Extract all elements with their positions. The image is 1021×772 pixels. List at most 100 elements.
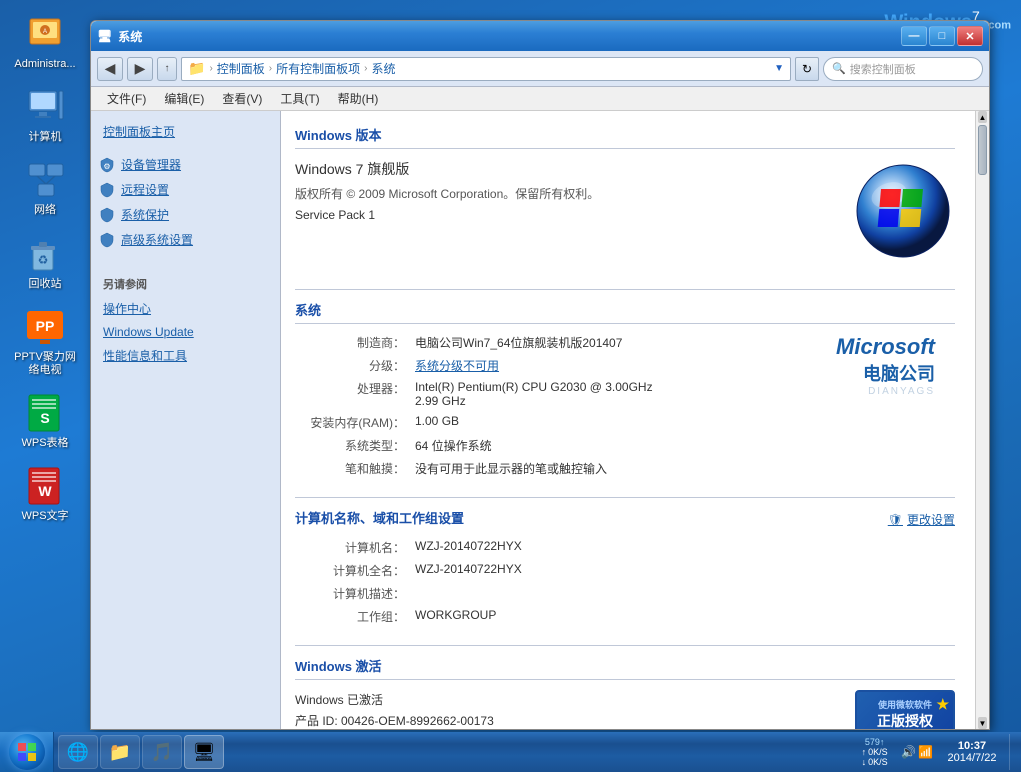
svg-text:S: S [40, 410, 49, 426]
computer-icon-label: 计算机 [29, 131, 62, 144]
recycle-icon-label: 回收站 [29, 278, 62, 291]
sidebar-windows-update[interactable]: Windows Update [91, 321, 280, 343]
network-icon-label: 网络 [34, 204, 56, 217]
close-button[interactable]: ✕ [957, 26, 983, 46]
network-icon [25, 160, 65, 200]
desktop-icon-pptv[interactable]: PP PPTV聚力网络电视 [10, 303, 80, 381]
search-placeholder: 搜索控制面板 [850, 61, 916, 77]
taskbar-media-icon[interactable]: 🎵 [142, 735, 182, 769]
window-title: 系统 [118, 28, 142, 45]
taskbar-tray: 579↑ ↑ 0K/S ↓ 0K/S 🔊 📶 10:37 2014/7/22 [848, 732, 1021, 772]
show-desktop-button[interactable] [1009, 734, 1017, 770]
forward-button[interactable]: ▶ [127, 57, 153, 81]
label-manufacturer: 制造商： [295, 334, 415, 351]
content-panel: Windows 版本 Windows 7 旗舰版 版权所有 © 2009 Mic… [281, 111, 989, 729]
menu-view[interactable]: 查看(V) [214, 88, 270, 109]
start-orb [9, 734, 45, 770]
window-icon: 🖥 [97, 29, 112, 43]
scrollbar-thumb[interactable] [978, 125, 987, 175]
net-down-speed: 0K/S [868, 757, 888, 767]
value-ram: 1.00 GB [415, 414, 955, 428]
sidebar-performance[interactable]: 性能信息和工具 [91, 343, 280, 368]
label-workgroup: 工作组： [295, 608, 415, 625]
desktop-icon-network[interactable]: 网络 [10, 156, 80, 221]
shield-icon-1: ⚙ [99, 157, 115, 173]
version-info: Windows 7 旗舰版 版权所有 © 2009 Microsoft Corp… [295, 159, 845, 269]
sidebar-action-center[interactable]: 操作中心 [91, 296, 280, 321]
title-bar-left: 🖥 系统 [97, 28, 142, 45]
taskbar-ie-icon[interactable]: 🌐 [58, 735, 98, 769]
label-touch: 笔和触摸： [295, 460, 415, 477]
taskbar-clock[interactable]: 10:37 2014/7/22 [937, 740, 1007, 764]
net-up-speed: 0K/S [868, 747, 888, 757]
address-bar[interactable]: 📁 › 控制面板 › 所有控制面板项 › 系统 ▼ [181, 57, 791, 81]
label-ram: 安装内存(RAM)： [295, 414, 415, 431]
search-box[interactable]: 🔍 搜索控制面板 [823, 57, 983, 81]
address-all-items[interactable]: 所有控制面板项 [276, 60, 360, 77]
change-settings-label: 更改设置 [907, 511, 955, 528]
sound-icon[interactable]: 🔊 [901, 745, 916, 759]
info-row-systype: 系统类型： 64 位操作系统 [295, 437, 955, 454]
divider-2 [295, 497, 955, 498]
up-button[interactable]: ↑ [157, 57, 177, 81]
activation-content: Windows 已激活 产品 ID: 00426-OEM-8992662-001… [295, 690, 955, 729]
minimize-button[interactable]: — [901, 26, 927, 46]
svg-text:PP: PP [36, 318, 55, 334]
desktop-icon-wps-s[interactable]: S WPS表格 [10, 389, 80, 454]
desktop-icon-recycle[interactable]: ♻ 回收站 [10, 230, 80, 295]
desktop-icon-computer[interactable]: 计算机 [10, 83, 80, 148]
menu-help[interactable]: 帮助(H) [330, 88, 387, 109]
desktop-icon-wps-w[interactable]: W WPS文字 [10, 462, 80, 527]
also-see-title: 另请参阅 [91, 268, 280, 296]
recycle-icon: ♻ [25, 234, 65, 274]
address-control-panel[interactable]: 控制面板 [217, 60, 265, 77]
value-touch: 没有可用于此显示器的笔或触控输入 [415, 460, 955, 477]
label-rating: 分级： [295, 357, 415, 374]
start-button[interactable] [0, 732, 54, 772]
toolbar: ◀ ▶ ↑ 📁 › 控制面板 › 所有控制面板项 › 系统 ▼ ↻ 🔍 搜索控制… [91, 51, 989, 87]
desktop-icon-admin[interactable]: A Administra... [10, 10, 80, 75]
windows-version-title: Windows 版本 [295, 125, 955, 149]
label-processor: 处理器： [295, 380, 415, 397]
value-compname: WZJ-20140722HYX [415, 539, 955, 553]
value-workgroup: WORKGROUP [415, 608, 955, 622]
search-icon: 🔍 [832, 62, 846, 75]
maximize-button[interactable]: □ [929, 26, 955, 46]
label-compname: 计算机名： [295, 539, 415, 556]
network-tray-icon[interactable]: 📶 [918, 745, 933, 759]
taskbar-explorer-icon[interactable]: 📁 [100, 735, 140, 769]
sidebar-remote-settings[interactable]: 远程设置 [91, 177, 280, 202]
refresh-button[interactable]: ↻ [795, 57, 819, 81]
menu-file[interactable]: 文件(F) [99, 88, 154, 109]
sidebar-advanced-settings[interactable]: 高级系统设置 [91, 227, 280, 252]
change-settings-icon: 🛡 [888, 513, 903, 527]
wps-w-icon: W [25, 466, 65, 506]
address-system[interactable]: 系统 [372, 60, 396, 77]
shield-icon-3 [99, 207, 115, 223]
system-info-section: 系统 Microsoft 电脑公司 DIANYAGS 制造商： [295, 300, 955, 477]
info-row-fullname: 计算机全名： WZJ-20140722HYX [295, 562, 955, 579]
taskbar-control-panel-icon[interactable]: 🖥 [184, 735, 224, 769]
back-button[interactable]: ◀ [97, 57, 123, 81]
activation-title: Windows 激活 [295, 656, 955, 680]
menu-bar: 文件(F) 编辑(E) 查看(V) 工具(T) 帮助(H) [91, 87, 989, 111]
taskbar-items: 🌐 📁 🎵 🖥 [54, 732, 848, 772]
scrollbar[interactable]: ▲ ▼ [975, 111, 989, 729]
menu-tools[interactable]: 工具(T) [272, 88, 327, 109]
system-title: 系统 [295, 300, 955, 324]
badge-star-icon: ★ [936, 696, 949, 713]
scrollbar-up[interactable]: ▲ [978, 111, 987, 123]
activation-info: Windows 已激活 产品 ID: 00426-OEM-8992662-001… [295, 691, 494, 730]
change-settings-button[interactable]: 🛡 更改设置 [888, 511, 955, 528]
sidebar-system-protection[interactable]: 系统保护 [91, 202, 280, 227]
menu-edit[interactable]: 编辑(E) [156, 88, 212, 109]
desktop: A Administra... 计算机 [0, 0, 1021, 772]
tray-icons: 🔊 📶 [899, 745, 935, 759]
value-fullname: WZJ-20140722HYX [415, 562, 955, 576]
svg-text:W: W [38, 483, 52, 499]
title-bar: 🖥 系统 — □ ✕ [91, 21, 989, 51]
sidebar-device-manager[interactable]: ⚙ 设备管理器 [91, 152, 280, 177]
sidebar-main-link[interactable]: 控制面板主页 [91, 119, 280, 144]
label-fullname: 计算机全名： [295, 562, 415, 579]
scrollbar-down[interactable]: ▼ [978, 717, 987, 729]
